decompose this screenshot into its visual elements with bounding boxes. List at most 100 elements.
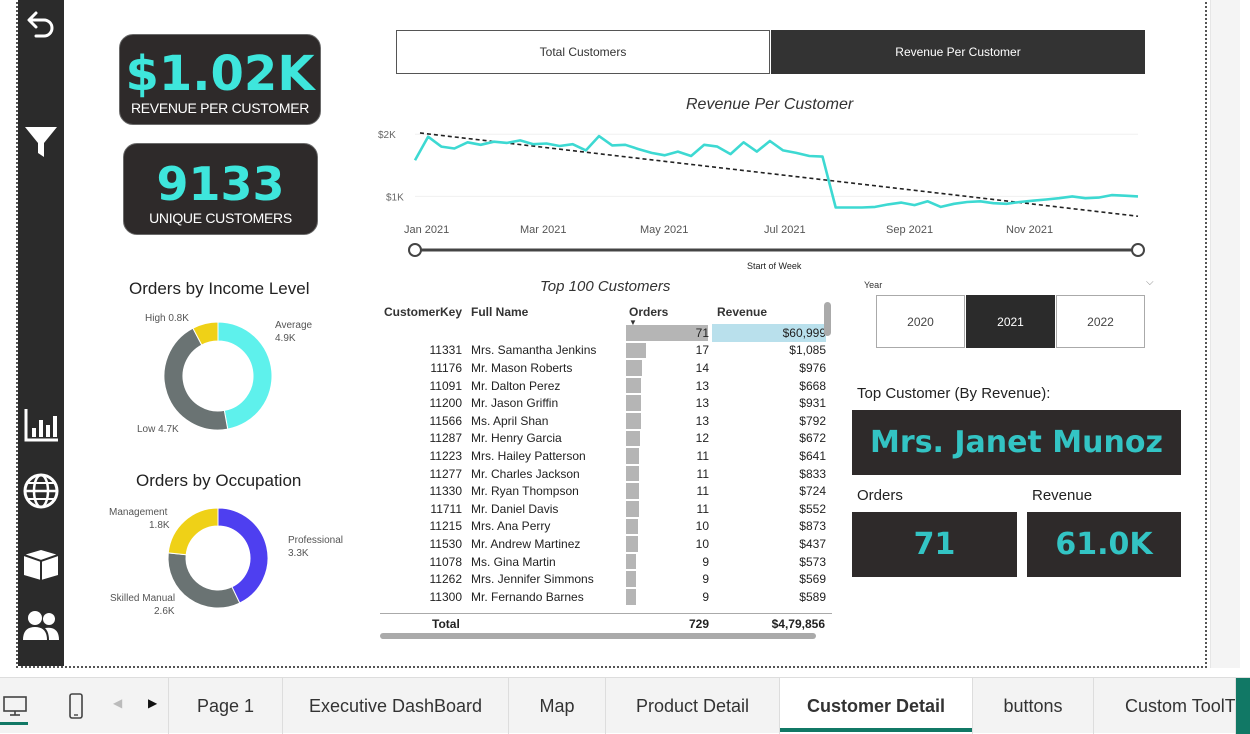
table-row[interactable]: 71 $60,999 (380, 324, 826, 342)
users-icon[interactable] (18, 606, 64, 646)
table-title: Top 100 Customers (540, 278, 671, 295)
cell-revenue: $931 (799, 396, 826, 411)
chevron-down-icon[interactable]: ⌵ (1146, 277, 1154, 288)
x-tick-label: Jul 2021 (764, 224, 806, 236)
mobile-view-icon[interactable] (62, 678, 90, 734)
total-customers-button[interactable]: Total Customers (396, 30, 770, 74)
x-tick-label: Jan 2021 (404, 224, 449, 236)
table-horizontal-scrollbar[interactable] (380, 633, 816, 639)
prev-page-icon[interactable]: ◀ (113, 696, 122, 710)
y-tick-label: $1K (386, 192, 404, 203)
table-row[interactable]: 11711 Mr. Daniel Davis 11 $552 (380, 500, 826, 518)
donut-slice-average[interactable] (217, 321, 273, 430)
orders-databar (626, 360, 643, 376)
table-row[interactable]: 11262 Mrs. Jennifer Simmons 9 $569 (380, 570, 826, 588)
column-header[interactable]: Revenue (712, 300, 826, 324)
table-row[interactable]: 11223 Mrs. Hailey Patterson 11 $641 (380, 447, 826, 465)
cell-revenue: $873 (799, 519, 826, 534)
cell-full-name: Mr. Fernando Barnes (471, 589, 584, 604)
year-option-2020[interactable]: 2020 (876, 295, 965, 348)
occupation-label-skilled-value: 2.6K (154, 606, 175, 617)
cell-full-name: Mrs. Ana Perry (471, 519, 551, 534)
donut-slice-skilled-manual[interactable] (167, 552, 241, 609)
cell-customer-key: 11078 (429, 554, 462, 569)
cell-customer-key: 11330 (429, 484, 462, 499)
cell-revenue: $792 (799, 413, 826, 428)
total-label: Total (432, 617, 460, 631)
table-row[interactable]: 11330 Mr. Ryan Thompson 11 $724 (380, 482, 826, 500)
table-row[interactable]: 11530 Mr. Andrew Martinez 10 $437 (380, 535, 826, 553)
table-row[interactable]: 11300 Mr. Fernando Barnes 9 $589 (380, 588, 826, 606)
occupation-label-professional: Professional (288, 535, 344, 546)
filter-icon[interactable] (18, 122, 64, 162)
table-row[interactable]: 11331 Mrs. Samantha Jenkins 17 $1,085 (380, 342, 826, 360)
top-customer-orders: 71 (852, 512, 1017, 577)
cell-orders: 9 (626, 570, 712, 588)
table-row[interactable]: 11176 Mr. Mason Roberts 14 $976 (380, 359, 826, 377)
table-vertical-scrollbar[interactable] (824, 302, 831, 336)
cell-full-name: Mr. Andrew Martinez (471, 536, 581, 551)
donut-slice-management[interactable] (167, 507, 219, 556)
income-donut-chart (163, 321, 273, 431)
orders-value: 9 (702, 572, 709, 587)
page-tab-customer-detail[interactable]: Customer Detail (780, 678, 973, 734)
cell-customer-key: 11200 (429, 396, 462, 411)
donut-slice-low[interactable] (163, 327, 229, 431)
kpi-revenue-value: $1.02K (125, 46, 315, 102)
orders-value: 13 (695, 396, 709, 411)
vertical-scrollbar[interactable] (1210, 0, 1240, 668)
x-tick-label: Sep 2021 (886, 224, 933, 236)
page-tab-executive-dashboard[interactable]: Executive DashBoard (283, 678, 509, 734)
date-slider-start-handle[interactable] (408, 243, 422, 257)
page-tab-custom-tooltip[interactable]: Custom ToolTi (1094, 678, 1236, 734)
table-row[interactable]: 11078 Ms. Gina Martin 9 $573 (380, 553, 826, 571)
box-icon[interactable] (18, 544, 64, 584)
column-header[interactable]: CustomerKey (380, 300, 466, 324)
add-page-button[interactable] (1236, 678, 1250, 734)
cell-orders: 14 (626, 359, 712, 377)
page-tab-page1[interactable]: Page 1 (169, 678, 283, 734)
table-row[interactable]: 11277 Mr. Charles Jackson 11 $833 (380, 465, 826, 483)
date-slider-end-handle[interactable] (1131, 243, 1145, 257)
table-row[interactable]: 11287 Mr. Henry Garcia 12 $672 (380, 430, 826, 448)
column-header[interactable]: Orders ▼ (626, 300, 712, 327)
desktop-view-icon[interactable] (0, 678, 30, 734)
year-option-2022[interactable]: 2022 (1056, 295, 1145, 348)
nav-rail (18, 0, 64, 666)
cell-customer-key: 11215 (429, 519, 462, 534)
bar-chart-icon[interactable] (18, 404, 64, 446)
cell-orders: 13 (626, 412, 712, 430)
cell-orders: 12 (626, 430, 712, 448)
orders-databar (626, 448, 639, 464)
table-row[interactable]: 11566 Ms. April Shan 13 $792 (380, 412, 826, 430)
globe-icon[interactable] (18, 470, 64, 512)
orders-value: 11 (696, 484, 709, 499)
page-tabs-bar: ◀ ▶ Page 1 Executive DashBoard Map Produ… (0, 677, 1250, 734)
orders-databar (626, 536, 638, 552)
top-customer-name: Mrs. Janet Munoz (852, 410, 1181, 475)
table-row[interactable]: 11215 Mrs. Ana Perry 10 $873 (380, 518, 826, 536)
orders-value: 17 (695, 343, 709, 358)
kpi-customers-value: 9133 (156, 157, 285, 211)
revenue-per-customer-button[interactable]: Revenue Per Customer (771, 30, 1145, 74)
cell-customer-key: 11223 (429, 448, 462, 463)
table-row[interactable]: 11200 Mr. Jason Griffin 13 $931 (380, 394, 826, 412)
page-tab-map[interactable]: Map (509, 678, 606, 734)
cell-full-name: Mr. Jason Griffin (471, 396, 559, 411)
income-label-average-value: 4.9K (275, 333, 296, 344)
next-page-icon[interactable]: ▶ (148, 696, 157, 710)
orders-databar (626, 377, 641, 394)
cell-customer-key: 11176 (430, 360, 462, 375)
cell-full-name: Mr. Mason Roberts (471, 360, 573, 375)
page-tab-buttons[interactable]: buttons (973, 678, 1094, 734)
back-icon[interactable] (18, 4, 64, 44)
cell-orders: 10 (626, 535, 712, 553)
column-header[interactable]: Full Name (466, 300, 626, 324)
page-tab-product-detail[interactable]: Product Detail (606, 678, 780, 734)
year-option-2021[interactable]: 2021 (966, 295, 1055, 348)
cell-orders: 11 (626, 465, 712, 483)
orders-value: 13 (695, 413, 709, 428)
cell-revenue: $60,999 (712, 324, 826, 342)
cell-customer-key: 11091 (429, 378, 462, 393)
table-row[interactable]: 11091 Mr. Dalton Perez 13 $668 (380, 377, 826, 395)
